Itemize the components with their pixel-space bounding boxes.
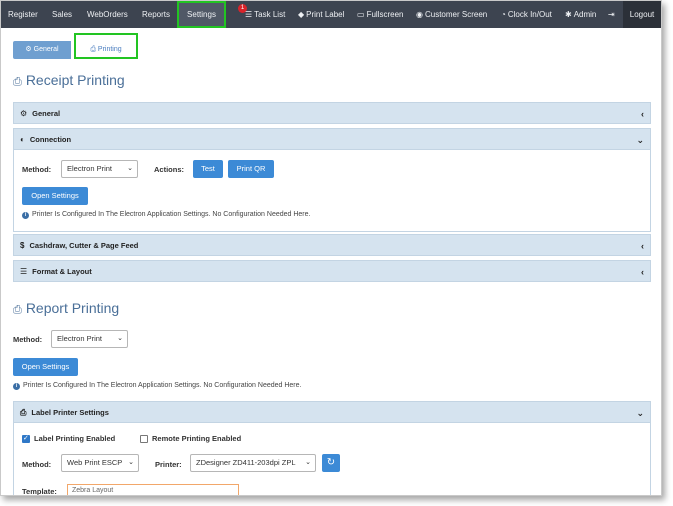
gears-icon: ⚙ bbox=[25, 46, 32, 53]
logout-button[interactable]: Logout bbox=[623, 1, 661, 28]
label-printing-enabled-checkbox[interactable] bbox=[22, 434, 30, 443]
accordion-cashdraw[interactable]: $ Cashdraw, Cutter & Page Feed ‹ bbox=[13, 234, 651, 256]
printer-value: ZDesigner ZD411-203dpi ZPL bbox=[196, 458, 296, 467]
receipt-note-text: Printer Is Configured In The Electron Ap… bbox=[32, 211, 311, 218]
accordion-cashdraw-label: Cashdraw, Cutter & Page Feed bbox=[29, 241, 139, 250]
dollar-icon: $ bbox=[20, 241, 25, 250]
remote-printing-enabled-label: Remote Printing Enabled bbox=[152, 434, 242, 443]
tab-printing[interactable]: ⎙ Printing bbox=[74, 33, 138, 59]
exit-icon[interactable]: ⇥ bbox=[608, 1, 615, 28]
print-icon: ⎙ bbox=[90, 46, 96, 53]
gears-icon: ⚙ bbox=[20, 109, 28, 118]
printer-label: Printer: bbox=[155, 460, 182, 469]
test-button[interactable]: Test bbox=[193, 160, 223, 178]
accordion-connection[interactable]: ◐ Connection ⌄ bbox=[13, 128, 651, 150]
task-list-label: Task List bbox=[254, 10, 286, 19]
nav-fullscreen[interactable]: ▭ Fullscreen bbox=[357, 1, 403, 28]
print-qr-button[interactable]: Print QR bbox=[228, 160, 274, 178]
nav-settings[interactable]: Settings bbox=[177, 1, 226, 28]
customer-screen-label: Customer Screen bbox=[424, 10, 488, 19]
open-settings-button[interactable]: Open Settings bbox=[22, 187, 88, 205]
contrast-icon: ◐ bbox=[20, 135, 25, 144]
tag-icon: ◆ bbox=[298, 10, 305, 19]
label-printer-panel: Label Printing Enabled Remote Printing E… bbox=[13, 423, 651, 496]
nav-register[interactable]: Register bbox=[8, 1, 38, 28]
report-method-value: Electron Print bbox=[57, 334, 103, 343]
chevron-down-icon: ⌄ bbox=[305, 459, 311, 466]
admin-label: Admin bbox=[573, 10, 597, 19]
refresh-icon[interactable]: ↻ bbox=[322, 454, 340, 472]
accordion-format[interactable]: ☰ Format & Layout ‹ bbox=[13, 260, 651, 282]
print-label-text: Print Label bbox=[306, 10, 345, 19]
accordion-label-printer-label: Label Printer Settings bbox=[31, 408, 109, 417]
top-nav: Register Sales WebOrders Reports Setting… bbox=[1, 1, 661, 28]
printer-select[interactable]: ZDesigner ZD411-203dpi ZPL ⌄ bbox=[190, 454, 316, 472]
chevron-down-icon: ⌄ bbox=[636, 408, 644, 418]
accordion-general-label: General bbox=[32, 109, 61, 118]
method-label: Method: bbox=[22, 165, 52, 174]
accordion-general[interactable]: ⚙ General ‹ bbox=[13, 102, 651, 124]
template-select[interactable]: Zebra Layout bbox=[67, 484, 239, 495]
accordion-connection-label: Connection bbox=[29, 135, 72, 144]
report-title-text: Report Printing bbox=[25, 300, 120, 316]
remote-printing-enabled-checkbox[interactable] bbox=[140, 435, 148, 443]
accordion-label-printer[interactable]: ⎙ Label Printer Settings ⌄ bbox=[13, 401, 651, 423]
printer-icon: ⎙ bbox=[13, 304, 22, 316]
nav-customer-screen[interactable]: ◉ Customer Screen bbox=[416, 1, 487, 28]
printer-icon: ⎙ bbox=[13, 76, 22, 88]
report-method-select[interactable]: Electron Print ⌄ bbox=[51, 330, 128, 348]
receipt-method-value: Electron Print bbox=[67, 164, 113, 173]
nav-clock[interactable]: ◔ Clock In/Out bbox=[501, 1, 552, 28]
receipt-config-note: i Printer Is Configured In The Electron A… bbox=[22, 211, 310, 219]
chevron-left-icon: ‹ bbox=[641, 267, 644, 277]
nav-print-label[interactable]: ◆ Print Label bbox=[298, 1, 344, 28]
actions-label: Actions: bbox=[154, 165, 184, 174]
nav-task-list[interactable]: ☰ Task List bbox=[245, 1, 285, 28]
label-printing-enabled-label: Label Printing Enabled bbox=[34, 434, 116, 443]
receipt-printing-title: ⎙ Receipt Printing bbox=[13, 72, 125, 89]
tab-printing-label: Printing bbox=[97, 46, 122, 53]
clock-icon: ◔ bbox=[501, 10, 506, 19]
chevron-left-icon: ‹ bbox=[641, 109, 644, 119]
chevron-down-icon: ⌄ bbox=[117, 335, 123, 342]
nav-admin[interactable]: ✱ Admin bbox=[565, 1, 596, 28]
template-value: Zebra Layout bbox=[72, 487, 114, 494]
accordion-format-label: Format & Layout bbox=[32, 267, 92, 276]
report-method-label: Method: bbox=[13, 335, 43, 344]
chevron-left-icon: ‹ bbox=[641, 241, 644, 251]
tab-general-label: General bbox=[33, 46, 59, 53]
report-open-settings-button[interactable]: Open Settings bbox=[13, 358, 78, 376]
chevron-down-icon: ⌄ bbox=[127, 165, 133, 172]
eye-icon: ◉ bbox=[416, 10, 423, 19]
report-config-note: i Printer Is Configured In The Electron A… bbox=[13, 382, 301, 390]
label-method-select[interactable]: Web Print ESCP ⌄ bbox=[61, 454, 139, 472]
chevron-down-icon: ⌄ bbox=[128, 459, 134, 466]
chevron-down-icon: ⌄ bbox=[636, 135, 644, 145]
app-window: Register Sales WebOrders Reports Setting… bbox=[0, 0, 662, 496]
label-method-label: Method: bbox=[22, 460, 52, 469]
monitor-icon: ▭ bbox=[357, 10, 365, 19]
report-note-text: Printer Is Configured In The Electron Ap… bbox=[23, 382, 302, 389]
list-icon: ☰ bbox=[245, 10, 253, 19]
nav-sales[interactable]: Sales bbox=[52, 1, 72, 28]
info-icon: i bbox=[22, 212, 29, 219]
nav-reports[interactable]: Reports bbox=[142, 1, 170, 28]
receipt-method-select[interactable]: Electron Print ⌄ bbox=[61, 160, 138, 178]
clock-label: Clock In/Out bbox=[507, 10, 552, 19]
list-icon: ☰ bbox=[20, 267, 28, 276]
connection-panel: Method: Electron Print ⌄ Actions: Test P… bbox=[13, 150, 651, 232]
fullscreen-label: Fullscreen bbox=[366, 10, 404, 19]
tab-general[interactable]: ⚙ General bbox=[13, 41, 71, 59]
nav-weborders[interactable]: WebOrders bbox=[87, 1, 128, 28]
info-icon: i bbox=[13, 383, 20, 390]
template-label: Template: bbox=[22, 487, 57, 496]
report-printing-title: ⎙ Report Printing bbox=[13, 300, 119, 317]
receipt-title-text: Receipt Printing bbox=[25, 72, 125, 88]
printer-icon: ⎙ bbox=[20, 408, 27, 417]
gear-icon: ✱ bbox=[565, 10, 572, 19]
label-method-value: Web Print ESCP bbox=[67, 458, 123, 467]
